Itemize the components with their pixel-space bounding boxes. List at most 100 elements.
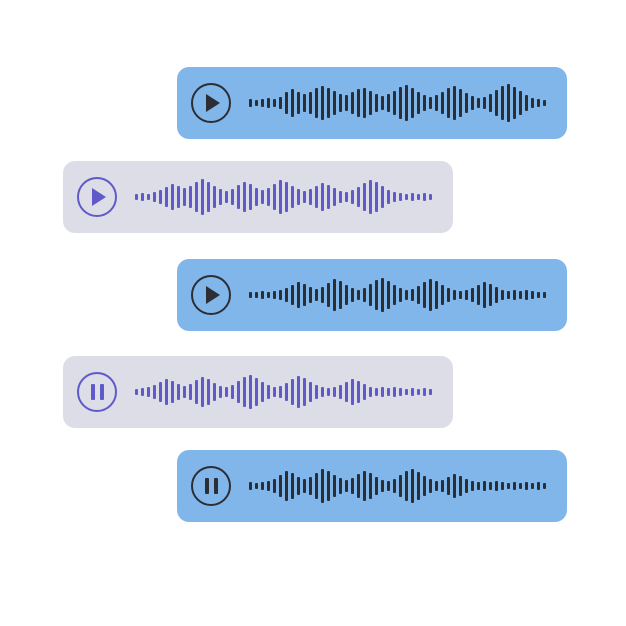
waveform-bar bbox=[351, 288, 354, 302]
waveform-bar bbox=[201, 179, 204, 215]
waveform-bar bbox=[369, 284, 372, 306]
waveform-bar bbox=[531, 483, 534, 489]
waveform-bar bbox=[405, 471, 408, 501]
waveform-bar bbox=[441, 92, 444, 114]
voice-message-received-2[interactable] bbox=[63, 356, 453, 428]
waveform-bar bbox=[207, 182, 210, 212]
waveform-bar bbox=[471, 481, 474, 491]
waveform-bar bbox=[459, 291, 462, 299]
waveform-bar bbox=[267, 292, 270, 298]
waveform-bar bbox=[285, 383, 288, 401]
waveform-bar bbox=[219, 189, 222, 205]
voice-message-sent-3[interactable] bbox=[177, 450, 567, 522]
waveform-bar bbox=[237, 381, 240, 403]
play-button[interactable] bbox=[191, 275, 231, 315]
waveform-bar bbox=[237, 185, 240, 209]
waveform-bar bbox=[423, 476, 426, 496]
waveform-bar bbox=[369, 91, 372, 115]
waveform-bar bbox=[261, 482, 264, 490]
waveform-bar bbox=[249, 375, 252, 409]
waveform-bar bbox=[147, 194, 150, 200]
waveform-bar bbox=[273, 479, 276, 493]
waveform-bar bbox=[399, 388, 402, 396]
waveform-bar bbox=[387, 388, 390, 396]
waveform-bar bbox=[393, 285, 396, 305]
waveform-bar bbox=[201, 377, 204, 407]
waveform-bar bbox=[165, 187, 168, 207]
waveform-bar bbox=[291, 379, 294, 405]
waveform-bar bbox=[351, 190, 354, 204]
waveform[interactable] bbox=[249, 79, 549, 127]
waveform-bar bbox=[375, 182, 378, 212]
waveform-bar bbox=[507, 483, 510, 489]
waveform-bar bbox=[291, 186, 294, 208]
waveform-bar bbox=[435, 281, 438, 309]
waveform-bar bbox=[453, 290, 456, 300]
waveform-bar bbox=[387, 94, 390, 112]
waveform-bar bbox=[195, 380, 198, 404]
waveform[interactable] bbox=[135, 173, 435, 221]
waveform-bar bbox=[159, 382, 162, 402]
waveform-bar bbox=[345, 480, 348, 492]
waveform-bar bbox=[249, 292, 252, 298]
waveform-bar bbox=[279, 386, 282, 398]
pause-button[interactable] bbox=[77, 372, 117, 412]
waveform-bar bbox=[261, 382, 264, 402]
waveform-bar bbox=[267, 481, 270, 491]
play-button[interactable] bbox=[77, 177, 117, 217]
voice-message-sent-2[interactable] bbox=[177, 259, 567, 331]
waveform-bar bbox=[255, 378, 258, 406]
waveform-bar bbox=[309, 382, 312, 402]
waveform[interactable] bbox=[249, 462, 549, 510]
waveform-bar bbox=[369, 180, 372, 214]
waveform-bar bbox=[393, 91, 396, 115]
waveform-bar bbox=[381, 186, 384, 208]
waveform-bar bbox=[171, 381, 174, 403]
waveform-bar bbox=[495, 481, 498, 491]
waveform-bar bbox=[417, 286, 420, 304]
waveform-bar bbox=[297, 189, 300, 205]
waveform[interactable] bbox=[249, 271, 549, 319]
waveform-bar bbox=[429, 279, 432, 311]
waveform-bar bbox=[177, 384, 180, 400]
waveform-bar bbox=[435, 481, 438, 491]
waveform-bar bbox=[189, 384, 192, 400]
waveform-bar bbox=[285, 288, 288, 302]
waveform-bar bbox=[495, 90, 498, 116]
waveform-bar bbox=[513, 482, 516, 490]
waveform-bar bbox=[465, 93, 468, 113]
waveform-bar bbox=[459, 476, 462, 496]
play-button[interactable] bbox=[191, 83, 231, 123]
waveform-bar bbox=[183, 386, 186, 398]
voice-message-sent-1[interactable] bbox=[177, 67, 567, 139]
voice-message-received-1[interactable] bbox=[63, 161, 453, 233]
waveform-bar bbox=[351, 379, 354, 405]
pause-button[interactable] bbox=[191, 466, 231, 506]
waveform-bar bbox=[345, 95, 348, 111]
waveform-bar bbox=[261, 291, 264, 299]
waveform-bar bbox=[327, 88, 330, 118]
waveform-bar bbox=[543, 292, 546, 298]
waveform-bar bbox=[513, 87, 516, 119]
waveform-bar bbox=[489, 284, 492, 306]
waveform-bar bbox=[453, 86, 456, 120]
pause-icon bbox=[91, 384, 104, 400]
waveform-bar bbox=[489, 94, 492, 112]
waveform-bar bbox=[309, 477, 312, 495]
waveform-bar bbox=[537, 99, 540, 107]
waveform-bar bbox=[411, 289, 414, 301]
waveform-bar bbox=[225, 191, 228, 203]
play-icon bbox=[206, 94, 220, 112]
waveform-bar bbox=[321, 86, 324, 120]
waveform-bar bbox=[321, 469, 324, 503]
waveform-bar bbox=[273, 184, 276, 210]
waveform-bar bbox=[399, 87, 402, 119]
waveform-bar bbox=[417, 472, 420, 500]
waveform-bar bbox=[501, 86, 504, 120]
waveform[interactable] bbox=[135, 368, 435, 416]
waveform-bar bbox=[297, 477, 300, 495]
waveform-bar bbox=[357, 474, 360, 498]
waveform-bar bbox=[357, 381, 360, 403]
waveform-bar bbox=[447, 477, 450, 495]
waveform-bar bbox=[387, 190, 390, 204]
